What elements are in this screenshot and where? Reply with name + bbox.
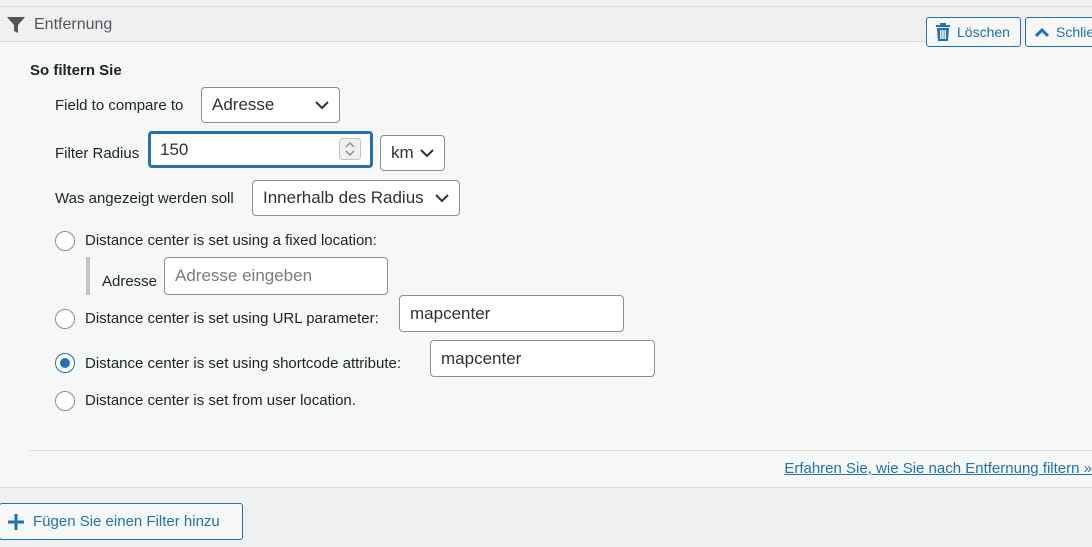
filter-funnel-icon xyxy=(7,17,25,33)
filter-header[interactable]: Entfernung Löschen Schlie xyxy=(0,7,1092,47)
shortcode-attribute-value: mapcenter xyxy=(441,348,522,368)
indent-bar xyxy=(86,257,90,295)
add-filter-label: Fügen Sie einen Filter hinzu xyxy=(33,513,220,530)
unit-select[interactable]: km xyxy=(380,135,445,171)
top-strip xyxy=(0,0,1092,7)
fixed-address-label: Adresse xyxy=(102,273,158,290)
shortcode-attribute-label: Distance center is set using shortcode a… xyxy=(85,355,401,372)
fixed-location-label: Distance center is set using a fixed loc… xyxy=(85,232,377,249)
user-location-label: Distance center is set from user locatio… xyxy=(85,392,356,409)
radius-value: 150 xyxy=(160,139,189,159)
url-parameter-input[interactable]: mapcenter xyxy=(399,295,624,332)
fixed-address-input[interactable]: Adresse eingeben xyxy=(164,257,388,295)
display-label: Was angezeigt werden soll xyxy=(55,190,234,207)
radio-user-location[interactable] xyxy=(55,391,75,411)
collapse-label: Schlie xyxy=(1056,24,1092,40)
display-value: Innerhalb des Radius xyxy=(263,188,424,207)
collapse-button[interactable]: Schlie xyxy=(1025,17,1092,47)
number-spinner-icon[interactable] xyxy=(339,138,361,160)
divider xyxy=(30,450,1092,451)
filter-title: Entfernung xyxy=(34,16,113,33)
compare-field-label: Field to compare to xyxy=(55,97,184,114)
compare-field-value: Adresse xyxy=(212,95,275,114)
radius-label: Filter Radius xyxy=(55,145,140,162)
section-title: So filtern Sie xyxy=(30,62,122,79)
radio-shortcode-attribute[interactable] xyxy=(55,353,75,373)
radio-url-parameter[interactable] xyxy=(55,309,75,329)
learn-filter-link[interactable]: Erfahren Sie, wie Sie nach Entfernung fi… xyxy=(784,460,1092,477)
chevron-down-icon xyxy=(315,101,329,110)
chevron-up-icon xyxy=(1034,27,1050,38)
shortcode-attribute-input[interactable]: mapcenter xyxy=(430,340,655,377)
radio-fixed-location[interactable] xyxy=(55,231,75,251)
chevron-down-icon xyxy=(435,194,449,203)
unit-value: km xyxy=(391,143,414,162)
fixed-address-placeholder: Adresse eingeben xyxy=(175,266,313,285)
chevron-down-icon xyxy=(420,149,434,158)
delete-button[interactable]: Löschen xyxy=(926,17,1021,47)
radius-input[interactable]: 150 xyxy=(148,131,373,168)
delete-label: Löschen xyxy=(957,24,1010,40)
compare-field-select[interactable]: Adresse xyxy=(201,87,340,123)
display-select[interactable]: Innerhalb des Radius xyxy=(252,180,460,216)
add-filter-button[interactable]: Fügen Sie einen Filter hinzu xyxy=(0,503,243,540)
plus-icon xyxy=(8,513,24,530)
filter-panel: Entfernung Löschen Schlie So filtern Sie… xyxy=(0,0,1092,488)
url-parameter-label: Distance center is set using URL paramet… xyxy=(85,310,379,327)
url-parameter-value: mapcenter xyxy=(410,303,491,323)
trash-icon xyxy=(936,23,950,41)
